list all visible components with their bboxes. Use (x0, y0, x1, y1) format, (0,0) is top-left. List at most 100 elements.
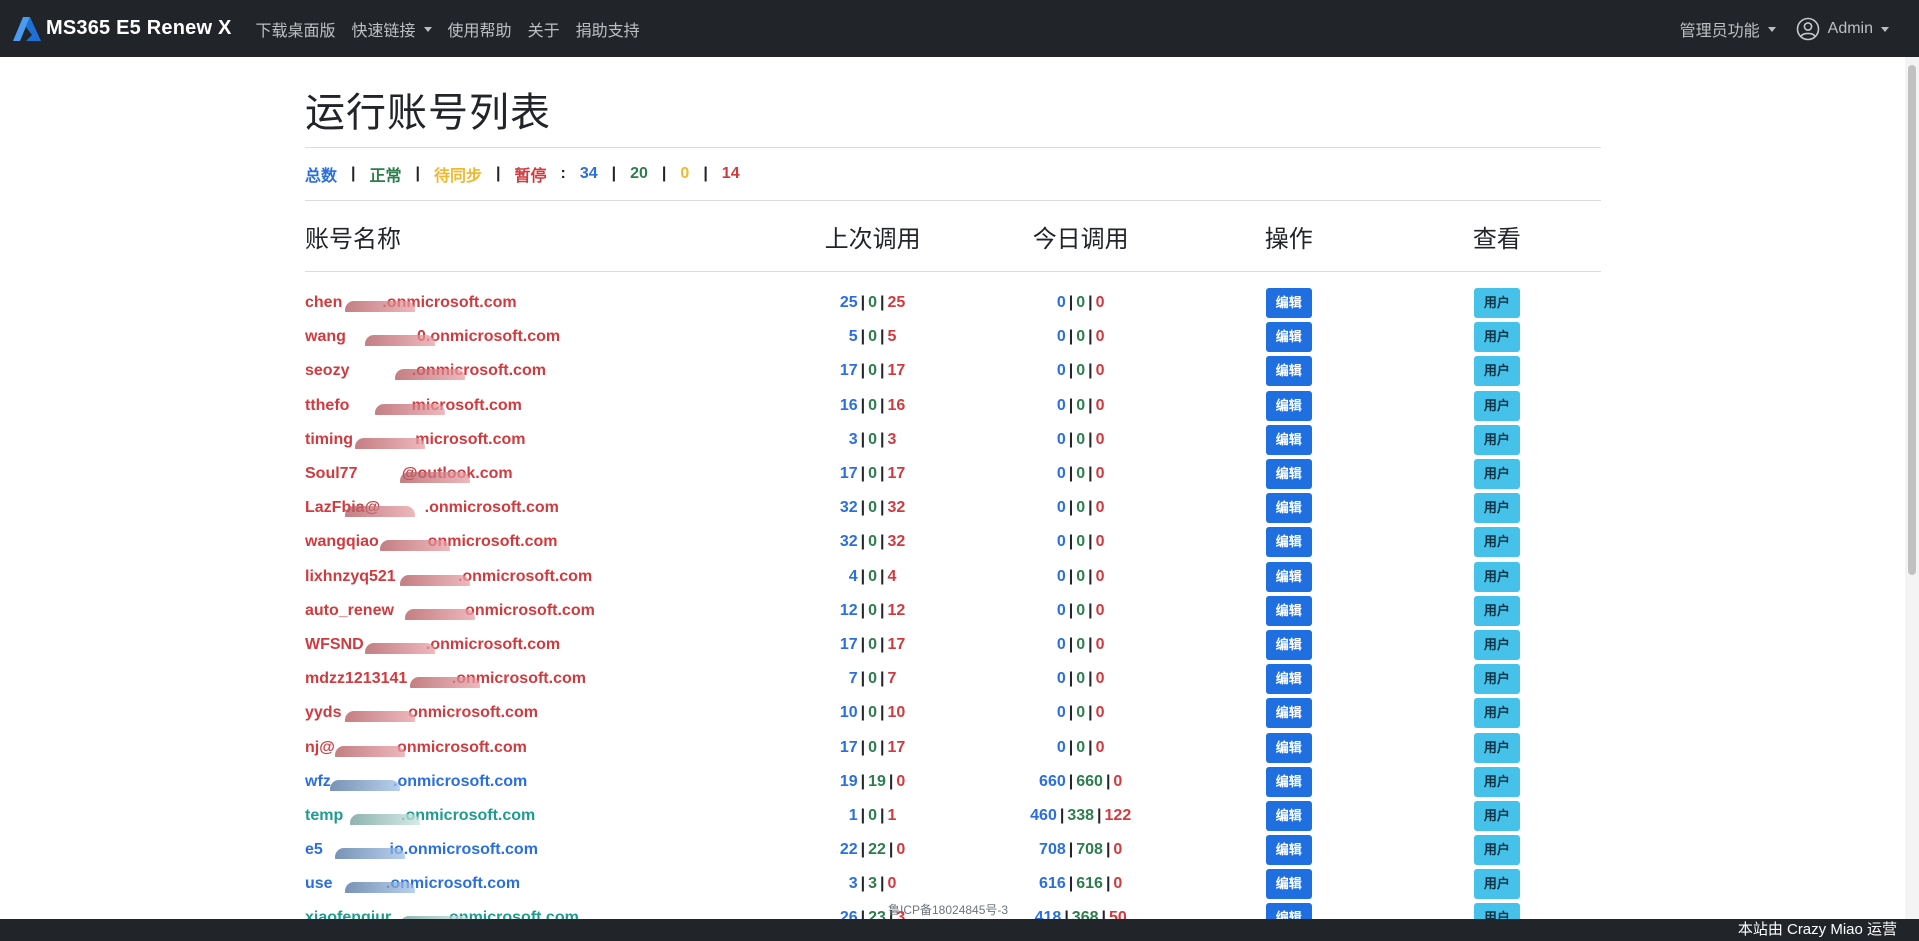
edit-button[interactable]: 编辑 (1265, 664, 1312, 695)
view-users-button[interactable]: 用户 (1473, 288, 1520, 319)
account-name[interactable]: seozy .onmicrosoft.com (305, 362, 769, 381)
view-users-button[interactable]: 用户 (1473, 493, 1520, 524)
edit-button[interactable]: 编辑 (1265, 390, 1312, 421)
page-scrollbar[interactable] (1905, 57, 1919, 919)
brand[interactable]: MS365 E5 Renew X (12, 15, 232, 43)
count-failed: 17 (887, 635, 906, 653)
view-users-button[interactable]: 用户 (1473, 766, 1520, 797)
count-success: 0 (1076, 704, 1086, 722)
separator: | (880, 328, 885, 346)
account-name[interactable]: use .onmicrosoft.com (305, 875, 769, 894)
separator: | (1068, 875, 1074, 893)
view-users-button[interactable]: 用户 (1473, 390, 1520, 421)
account-name[interactable]: LazFbia@ .onmicrosoft.com (305, 499, 769, 518)
account-name[interactable]: auto_renew onmicrosoft.com (305, 602, 769, 620)
edit-button[interactable]: 编辑 (1265, 424, 1312, 455)
edit-button[interactable]: 编辑 (1265, 288, 1312, 319)
separator: | (1068, 533, 1074, 551)
actions-cell: 编辑 (1185, 732, 1393, 763)
edit-button[interactable]: 编辑 (1265, 869, 1312, 900)
view-users-button[interactable]: 用户 (1473, 664, 1520, 695)
view-users-button[interactable]: 用户 (1473, 869, 1520, 900)
edit-button[interactable]: 编辑 (1265, 595, 1312, 626)
view-users-button[interactable]: 用户 (1473, 595, 1520, 626)
count-success: 0 (1076, 601, 1086, 619)
edit-button[interactable]: 编辑 (1265, 356, 1312, 387)
view-users-button[interactable]: 用户 (1473, 527, 1520, 558)
view-users-button[interactable]: 用户 (1473, 424, 1520, 455)
count-failed: 0 (1095, 499, 1105, 517)
redaction-mark (335, 848, 405, 860)
nav-download-desktop[interactable]: 下载桌面版 (256, 17, 336, 41)
actions-cell: 编辑 (1185, 459, 1393, 490)
account-name[interactable]: wangqiao onmicrosoft.com (305, 533, 769, 552)
separator: | (1088, 362, 1093, 380)
account-name[interactable]: e5 io.onmicrosoft.com (305, 841, 769, 860)
edit-button[interactable]: 编辑 (1265, 493, 1312, 524)
separator: | (860, 396, 866, 414)
view-users-button[interactable]: 用户 (1473, 322, 1520, 353)
count-total: 17 (839, 465, 858, 483)
account-name[interactable]: timing microsoft.com (305, 431, 769, 449)
icp-record[interactable]: 鲁ICP备18024845号-3 (888, 901, 1008, 918)
last-call-counts: 7 | 0 | 7 (769, 670, 977, 688)
account-name[interactable]: mdzz1213141 .onmicrosoft.com (305, 670, 769, 689)
user-menu[interactable]: Admin (1796, 17, 1889, 41)
view-users-button[interactable]: 用户 (1473, 800, 1520, 831)
count-failed: 0 (1095, 396, 1105, 414)
edit-button[interactable]: 编辑 (1265, 527, 1312, 558)
edit-button[interactable]: 编辑 (1265, 459, 1312, 490)
count-failed: 0 (887, 875, 897, 893)
account-name[interactable]: temp .onmicrosoft.com (305, 807, 769, 825)
separator: | (880, 294, 885, 312)
nav-donate[interactable]: 捐助支持 (576, 17, 640, 41)
separator: | (860, 670, 866, 688)
account-name[interactable]: lixhnzyq521 .onmicrosoft.com (305, 568, 769, 586)
separator: | (703, 165, 708, 182)
nav-about[interactable]: 关于 (528, 17, 560, 41)
nav-help[interactable]: 使用帮助 (448, 17, 512, 41)
account-name[interactable]: yyds onmicrosoft.com (305, 704, 769, 723)
nav-quick-links[interactable]: 快速链接 (352, 17, 432, 41)
edit-button[interactable]: 编辑 (1265, 322, 1312, 353)
scrollbar-thumb[interactable] (1908, 65, 1916, 575)
table-row: mdzz1213141 .onmicrosoft.com 7 | 0 | 7 0 | 0 | 0 编辑… (305, 662, 1601, 696)
account-name[interactable]: wang 0.onmicrosoft.com (305, 328, 769, 347)
account-name[interactable]: wfz .onmicrosoft.com (305, 773, 769, 791)
last-call-counts: 17 | 0 | 17 (769, 465, 977, 483)
edit-button[interactable]: 编辑 (1265, 629, 1312, 660)
edit-button[interactable]: 编辑 (1265, 732, 1312, 763)
count-success: 0 (868, 635, 878, 653)
account-name[interactable]: tthefo microsoft.com (305, 397, 769, 415)
edit-button[interactable]: 编辑 (1265, 835, 1312, 866)
count-total: 0 (1056, 670, 1066, 688)
account-name[interactable]: nj@ onmicrosoft.com (305, 739, 769, 757)
view-users-button[interactable]: 用户 (1473, 835, 1520, 866)
account-name[interactable]: Soul77 @outlook.com (305, 465, 769, 484)
view-cell: 用户 (1393, 459, 1601, 490)
view-users-button[interactable]: 用户 (1473, 356, 1520, 387)
edit-button[interactable]: 编辑 (1265, 766, 1312, 797)
edit-button[interactable]: 编辑 (1265, 561, 1312, 592)
view-users-button[interactable]: 用户 (1473, 732, 1520, 763)
separator: | (860, 499, 866, 517)
separator: | (860, 875, 866, 893)
view-users-button[interactable]: 用户 (1473, 561, 1520, 592)
account-name[interactable]: WFSND .onmicrosoft.com (305, 636, 769, 654)
count-failed: 0 (1113, 875, 1123, 893)
admin-functions-menu[interactable]: 管理员功能 (1680, 17, 1776, 41)
account-name[interactable]: chen .onmicrosoft.com (305, 294, 769, 313)
separator: | (1068, 738, 1074, 756)
view-users-button[interactable]: 用户 (1473, 629, 1520, 660)
edit-button[interactable]: 编辑 (1265, 698, 1312, 729)
view-users-button[interactable]: 用户 (1473, 459, 1520, 490)
separator: | (1059, 806, 1065, 824)
count-success: 0 (1076, 670, 1086, 688)
separator: | (880, 875, 885, 893)
separator: | (860, 465, 866, 483)
last-call-counts: 17 | 0 | 17 (769, 636, 977, 654)
last-call-counts: 25 | 0 | 25 (769, 294, 977, 312)
view-cell: 用户 (1393, 800, 1601, 831)
view-users-button[interactable]: 用户 (1473, 698, 1520, 729)
edit-button[interactable]: 编辑 (1265, 800, 1312, 831)
